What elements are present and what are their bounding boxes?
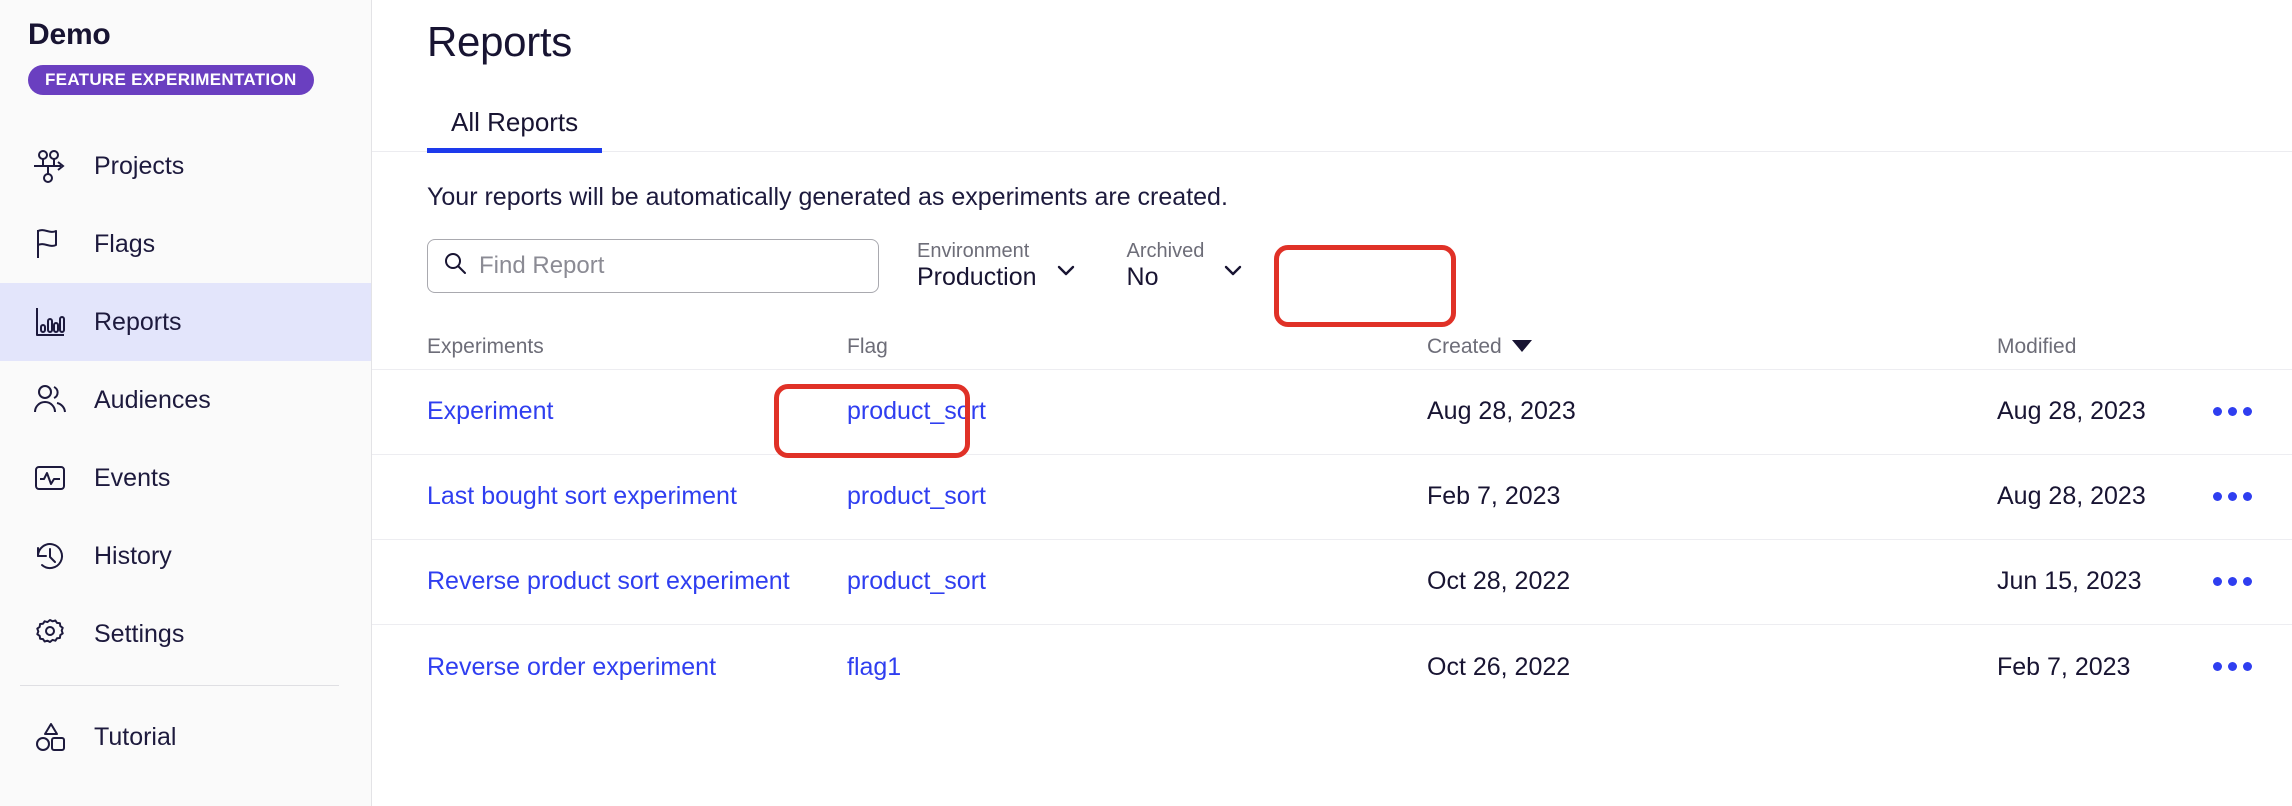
reports-table: Experiments Flag Created Modified Experi… bbox=[372, 324, 2292, 710]
sidebar-item-history[interactable]: History bbox=[0, 517, 371, 595]
sidebar-nav: Projects Flags Reports Audiences Events … bbox=[0, 127, 371, 776]
sidebar-divider bbox=[20, 685, 339, 686]
sort-descending-icon bbox=[1511, 340, 1532, 352]
sidebar-item-projects[interactable]: Projects bbox=[0, 127, 371, 205]
brand-block: Demo FEATURE EXPERIMENTATION bbox=[0, 0, 371, 95]
archived-filter[interactable]: Archived No bbox=[1119, 236, 1257, 296]
archived-filter-label: Archived bbox=[1126, 240, 1205, 262]
gear-icon bbox=[28, 612, 72, 656]
sidebar-item-settings[interactable]: Settings bbox=[0, 595, 371, 673]
experiment-link[interactable]: Last bought sort experiment bbox=[427, 482, 737, 510]
modified-date: Jun 15, 2023 bbox=[1997, 567, 2142, 595]
flag-icon bbox=[28, 222, 72, 266]
bar-chart-icon bbox=[28, 300, 72, 344]
experiment-link[interactable]: Reverse product sort experiment bbox=[427, 567, 790, 595]
experiment-link[interactable]: Reverse order experiment bbox=[427, 653, 716, 681]
created-date: Oct 28, 2022 bbox=[1427, 567, 1571, 595]
main-content: Reports All Reports Your reports will be… bbox=[372, 0, 2292, 806]
created-date: Feb 7, 2023 bbox=[1427, 482, 1561, 510]
sidebar-item-flags[interactable]: Flags bbox=[0, 205, 371, 283]
sidebar-item-audiences[interactable]: Audiences bbox=[0, 361, 371, 439]
people-icon bbox=[28, 378, 72, 422]
flag-link[interactable]: product_sort bbox=[847, 397, 986, 425]
environment-filter[interactable]: Environment Production bbox=[909, 236, 1089, 296]
search-report-box[interactable] bbox=[427, 238, 879, 293]
sidebar-item-label: Reports bbox=[94, 307, 182, 336]
sidebar-item-label: Flags bbox=[94, 229, 156, 258]
search-icon bbox=[442, 250, 468, 281]
flag-link[interactable]: flag1 bbox=[847, 653, 901, 681]
archived-filter-value: No bbox=[1126, 263, 1159, 291]
sidebar-item-label: Tutorial bbox=[94, 722, 177, 751]
sidebar-item-events[interactable]: Events bbox=[0, 439, 371, 517]
col-header-created[interactable]: Created bbox=[1427, 336, 1997, 357]
sidebar-item-label: Settings bbox=[94, 619, 185, 648]
modified-date: Feb 7, 2023 bbox=[1997, 652, 2131, 681]
table-header-row: Experiments Flag Created Modified bbox=[372, 324, 2292, 370]
tab-all-reports[interactable]: All Reports bbox=[427, 109, 603, 153]
row-actions-menu-icon[interactable] bbox=[2162, 491, 2252, 501]
sidebar-item-label: History bbox=[94, 541, 172, 570]
app-root: Demo FEATURE EXPERIMENTATION Projects Fl… bbox=[0, 0, 2292, 806]
table-row: Experiment product_sort Aug 28, 2023 Aug… bbox=[372, 370, 2292, 455]
col-header-flag[interactable]: Flag bbox=[847, 336, 1427, 357]
flag-link[interactable]: product_sort bbox=[847, 567, 986, 595]
table-row: Reverse order experiment flag1 Oct 26, 2… bbox=[372, 625, 2292, 710]
sidebar-item-label: Audiences bbox=[94, 385, 211, 414]
row-actions-menu-icon[interactable] bbox=[2162, 576, 2252, 586]
search-input[interactable] bbox=[479, 251, 864, 280]
sidebar-item-label: Projects bbox=[94, 151, 185, 180]
environment-filter-value: Production bbox=[917, 263, 1037, 291]
row-actions-menu-icon[interactable] bbox=[2162, 406, 2252, 416]
environment-filter-label: Environment bbox=[917, 240, 1030, 262]
sidebar: Demo FEATURE EXPERIMENTATION Projects Fl… bbox=[0, 0, 372, 806]
filter-bar: Environment Production Archived No bbox=[372, 212, 2292, 296]
sidebar-item-tutorial[interactable]: Tutorial bbox=[0, 698, 371, 776]
clock-rewind-icon bbox=[28, 534, 72, 578]
page-title: Reports bbox=[427, 18, 572, 65]
shapes-icon bbox=[28, 715, 72, 759]
chevron-down-icon bbox=[1057, 265, 1074, 275]
pulse-monitor-icon bbox=[28, 456, 72, 500]
flag-link[interactable]: product_sort bbox=[847, 482, 986, 510]
sidebar-item-label: Events bbox=[94, 463, 171, 492]
modified-date: Aug 28, 2023 bbox=[1997, 397, 2146, 425]
brand-title: Demo bbox=[28, 18, 111, 51]
experiment-link[interactable]: Experiment bbox=[427, 397, 553, 425]
table-row: Reverse product sort experiment product_… bbox=[372, 540, 2292, 625]
reports-description: Your reports will be automatically gener… bbox=[427, 183, 1228, 211]
projects-icon bbox=[28, 144, 72, 188]
col-header-experiments[interactable]: Experiments bbox=[427, 336, 847, 357]
product-badge: FEATURE EXPERIMENTATION bbox=[28, 65, 314, 95]
created-date: Oct 26, 2022 bbox=[1427, 652, 1571, 681]
created-date: Aug 28, 2023 bbox=[1427, 397, 1576, 425]
col-header-modified[interactable]: Modified bbox=[1997, 336, 2162, 357]
chevron-down-icon bbox=[1225, 265, 1242, 275]
sidebar-item-reports[interactable]: Reports bbox=[0, 283, 371, 361]
modified-date: Aug 28, 2023 bbox=[1997, 482, 2146, 510]
col-header-created-label: Created bbox=[1427, 334, 1502, 358]
table-row: Last bought sort experiment product_sort… bbox=[372, 455, 2292, 540]
row-actions-menu-icon[interactable] bbox=[2162, 662, 2252, 671]
tab-bar: All Reports bbox=[372, 96, 2292, 153]
